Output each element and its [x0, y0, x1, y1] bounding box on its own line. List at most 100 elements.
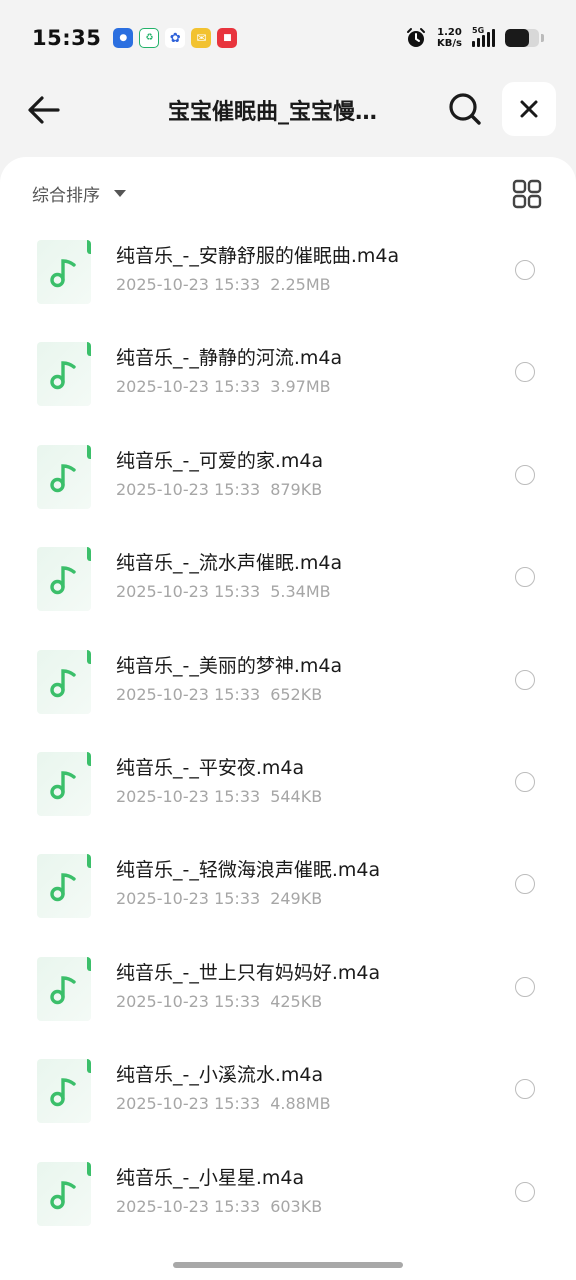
- network-speed-value: 1.20: [437, 27, 462, 38]
- status-bar: 15:35 ● ♻ ✿ ✉ ■ 1.20 KB/s 5G: [0, 0, 576, 76]
- file-item[interactable]: 纯音乐_-_世上只有妈妈好.m4a 2025-10-23 15:33 425KB: [0, 952, 576, 1054]
- music-file-icon: [37, 854, 91, 919]
- grid-icon: [512, 179, 542, 209]
- file-name: 纯音乐_-_安静舒服的催眠曲.m4a: [116, 245, 400, 267]
- file-meta: 2025-10-23 15:33 425KB: [116, 992, 322, 1011]
- file-size: 544KB: [270, 786, 323, 806]
- signal-icon: 5G: [472, 26, 495, 47]
- file-item[interactable]: 纯音乐_-_小星星.m4a 2025-10-23 15:33 603KB: [0, 1157, 576, 1259]
- music-file-icon: [37, 956, 91, 1021]
- arrow-left-icon: [28, 96, 60, 124]
- file-name: 纯音乐_-_平安夜.m4a: [116, 756, 305, 779]
- select-radio[interactable]: [515, 669, 535, 690]
- baidu-app-icon: ✿: [165, 28, 186, 48]
- network-speed-unit: KB/s: [437, 38, 462, 49]
- file-date: 2025-10-23 15:33: [116, 479, 261, 499]
- file-date: 2025-10-23 15:33: [116, 684, 261, 704]
- file-meta: 2025-10-23 15:33 544KB: [116, 787, 322, 806]
- file-date: 2025-10-23 15:33: [116, 582, 261, 602]
- file-meta: 2025-10-23 15:33 3.97MB: [116, 377, 331, 396]
- file-name: 纯音乐_-_世上只有妈妈好.m4a: [116, 961, 381, 984]
- file-date: 2025-10-23 15:33: [116, 1094, 261, 1114]
- network-type: 5G: [472, 26, 485, 35]
- back-button[interactable]: [24, 90, 64, 130]
- recycle-app-icon: ♻: [139, 28, 160, 48]
- music-file-icon: [37, 751, 91, 816]
- file-item[interactable]: 纯音乐_-_可爱的家.m4a 2025-10-23 15:33 879KB: [0, 440, 576, 542]
- music-file-icon: [37, 444, 91, 509]
- file-name: 纯音乐_-_小溪流水.m4a: [116, 1064, 324, 1087]
- select-radio[interactable]: [515, 771, 535, 792]
- file-meta: 2025-10-23 15:33 5.34MB: [116, 582, 331, 601]
- sort-dropdown[interactable]: 综合排序: [32, 181, 126, 206]
- file-size: 3.97MB: [270, 377, 331, 397]
- file-size: 425KB: [270, 991, 323, 1011]
- close-icon: [520, 100, 538, 118]
- file-name: 纯音乐_-_小星星.m4a: [116, 1166, 305, 1189]
- file-item[interactable]: 纯音乐_-_静静的河流.m4a 2025-10-23 15:33 3.97MB: [0, 337, 576, 439]
- file-item[interactable]: 纯音乐_-_安静舒服的催眠曲.m4a 2025-10-23 15:33 2.25M…: [0, 235, 576, 337]
- select-radio[interactable]: [515, 1079, 535, 1100]
- home-indicator[interactable]: [173, 1262, 403, 1268]
- file-name: 纯音乐_-_静静的河流.m4a: [116, 347, 343, 370]
- file-name: 纯音乐_-_轻微海浪声催眠.m4a: [116, 859, 381, 882]
- file-date: 2025-10-23 15:33: [116, 889, 261, 909]
- select-radio[interactable]: [515, 464, 535, 485]
- file-item[interactable]: 纯音乐_-_轻微海浪声催眠.m4a 2025-10-23 15:33 249KB: [0, 849, 576, 951]
- select-radio[interactable]: [515, 976, 535, 997]
- music-file-icon: [37, 240, 91, 304]
- file-meta: 2025-10-23 15:33 4.88MB: [116, 1094, 331, 1113]
- file-date: 2025-10-23 15:33: [116, 1196, 261, 1216]
- sort-label: 综合排序: [32, 186, 100, 206]
- network-speed: 1.20 KB/s: [437, 27, 462, 49]
- file-size: 879KB: [270, 479, 323, 499]
- file-size: 652KB: [270, 684, 323, 704]
- file-item[interactable]: 纯音乐_-_小溪流水.m4a 2025-10-23 15:33 4.88MB: [0, 1054, 576, 1156]
- file-name: 纯音乐_-_美丽的梦神.m4a: [116, 654, 343, 677]
- file-item[interactable]: 纯音乐_-_平安夜.m4a 2025-10-23 15:33 544KB: [0, 747, 576, 849]
- file-date: 2025-10-23 15:33: [116, 377, 261, 397]
- music-file-icon: [37, 547, 91, 612]
- file-size: 2.25MB: [270, 275, 331, 294]
- file-date: 2025-10-23 15:33: [116, 786, 261, 806]
- alarm-icon: [407, 28, 426, 47]
- select-radio[interactable]: [515, 362, 535, 383]
- file-size: 5.34MB: [270, 582, 331, 602]
- select-radio[interactable]: [515, 1181, 535, 1202]
- close-button[interactable]: [502, 82, 556, 136]
- header: 宝宝催眠曲_宝宝慢…: [0, 78, 576, 140]
- file-name: 纯音乐_-_可爱的家.m4a: [116, 449, 324, 472]
- grid-view-button[interactable]: [512, 179, 542, 209]
- select-radio[interactable]: [515, 567, 535, 588]
- battery-tip: [541, 34, 544, 42]
- search-button[interactable]: [444, 88, 486, 130]
- file-size: 249KB: [270, 889, 323, 909]
- select-radio[interactable]: [515, 260, 535, 280]
- caret-down-icon: [114, 190, 126, 197]
- search-icon: [449, 93, 481, 125]
- file-meta: 2025-10-23 15:33 2.25MB: [116, 275, 331, 294]
- music-file-icon: [37, 1161, 91, 1226]
- select-radio[interactable]: [515, 874, 535, 895]
- file-size: 4.88MB: [270, 1094, 331, 1114]
- file-meta: 2025-10-23 15:33 249KB: [116, 889, 322, 908]
- status-right: 1.20 KB/s 5G: [405, 26, 544, 49]
- file-date: 2025-10-23 15:33: [116, 991, 261, 1011]
- page-title: 宝宝催眠曲_宝宝慢…: [168, 100, 378, 125]
- file-item[interactable]: 纯音乐_-_流水声催眠.m4a 2025-10-23 15:33 5.34MB: [0, 542, 576, 644]
- file-meta: 2025-10-23 15:33 652KB: [116, 685, 322, 704]
- file-meta: 2025-10-23 15:33 879KB: [116, 480, 322, 499]
- file-item[interactable]: 纯音乐_-_美丽的梦神.m4a 2025-10-23 15:33 652KB: [0, 645, 576, 747]
- file-size: 603KB: [270, 1196, 323, 1216]
- news-app-icon: ■: [217, 28, 238, 48]
- map-app-icon: ●: [113, 28, 134, 48]
- notification-icons: ● ♻ ✿ ✉ ■: [113, 28, 238, 48]
- music-file-icon: [37, 649, 91, 714]
- file-meta: 2025-10-23 15:33 603KB: [116, 1197, 322, 1216]
- status-time: 15:35: [32, 26, 102, 50]
- music-file-icon: [37, 1059, 91, 1124]
- mail-app-icon: ✉: [191, 28, 212, 48]
- battery-icon: [505, 29, 539, 47]
- file-name: 纯音乐_-_流水声催眠.m4a: [116, 552, 343, 575]
- file-date: 2025-10-23 15:33: [116, 275, 261, 294]
